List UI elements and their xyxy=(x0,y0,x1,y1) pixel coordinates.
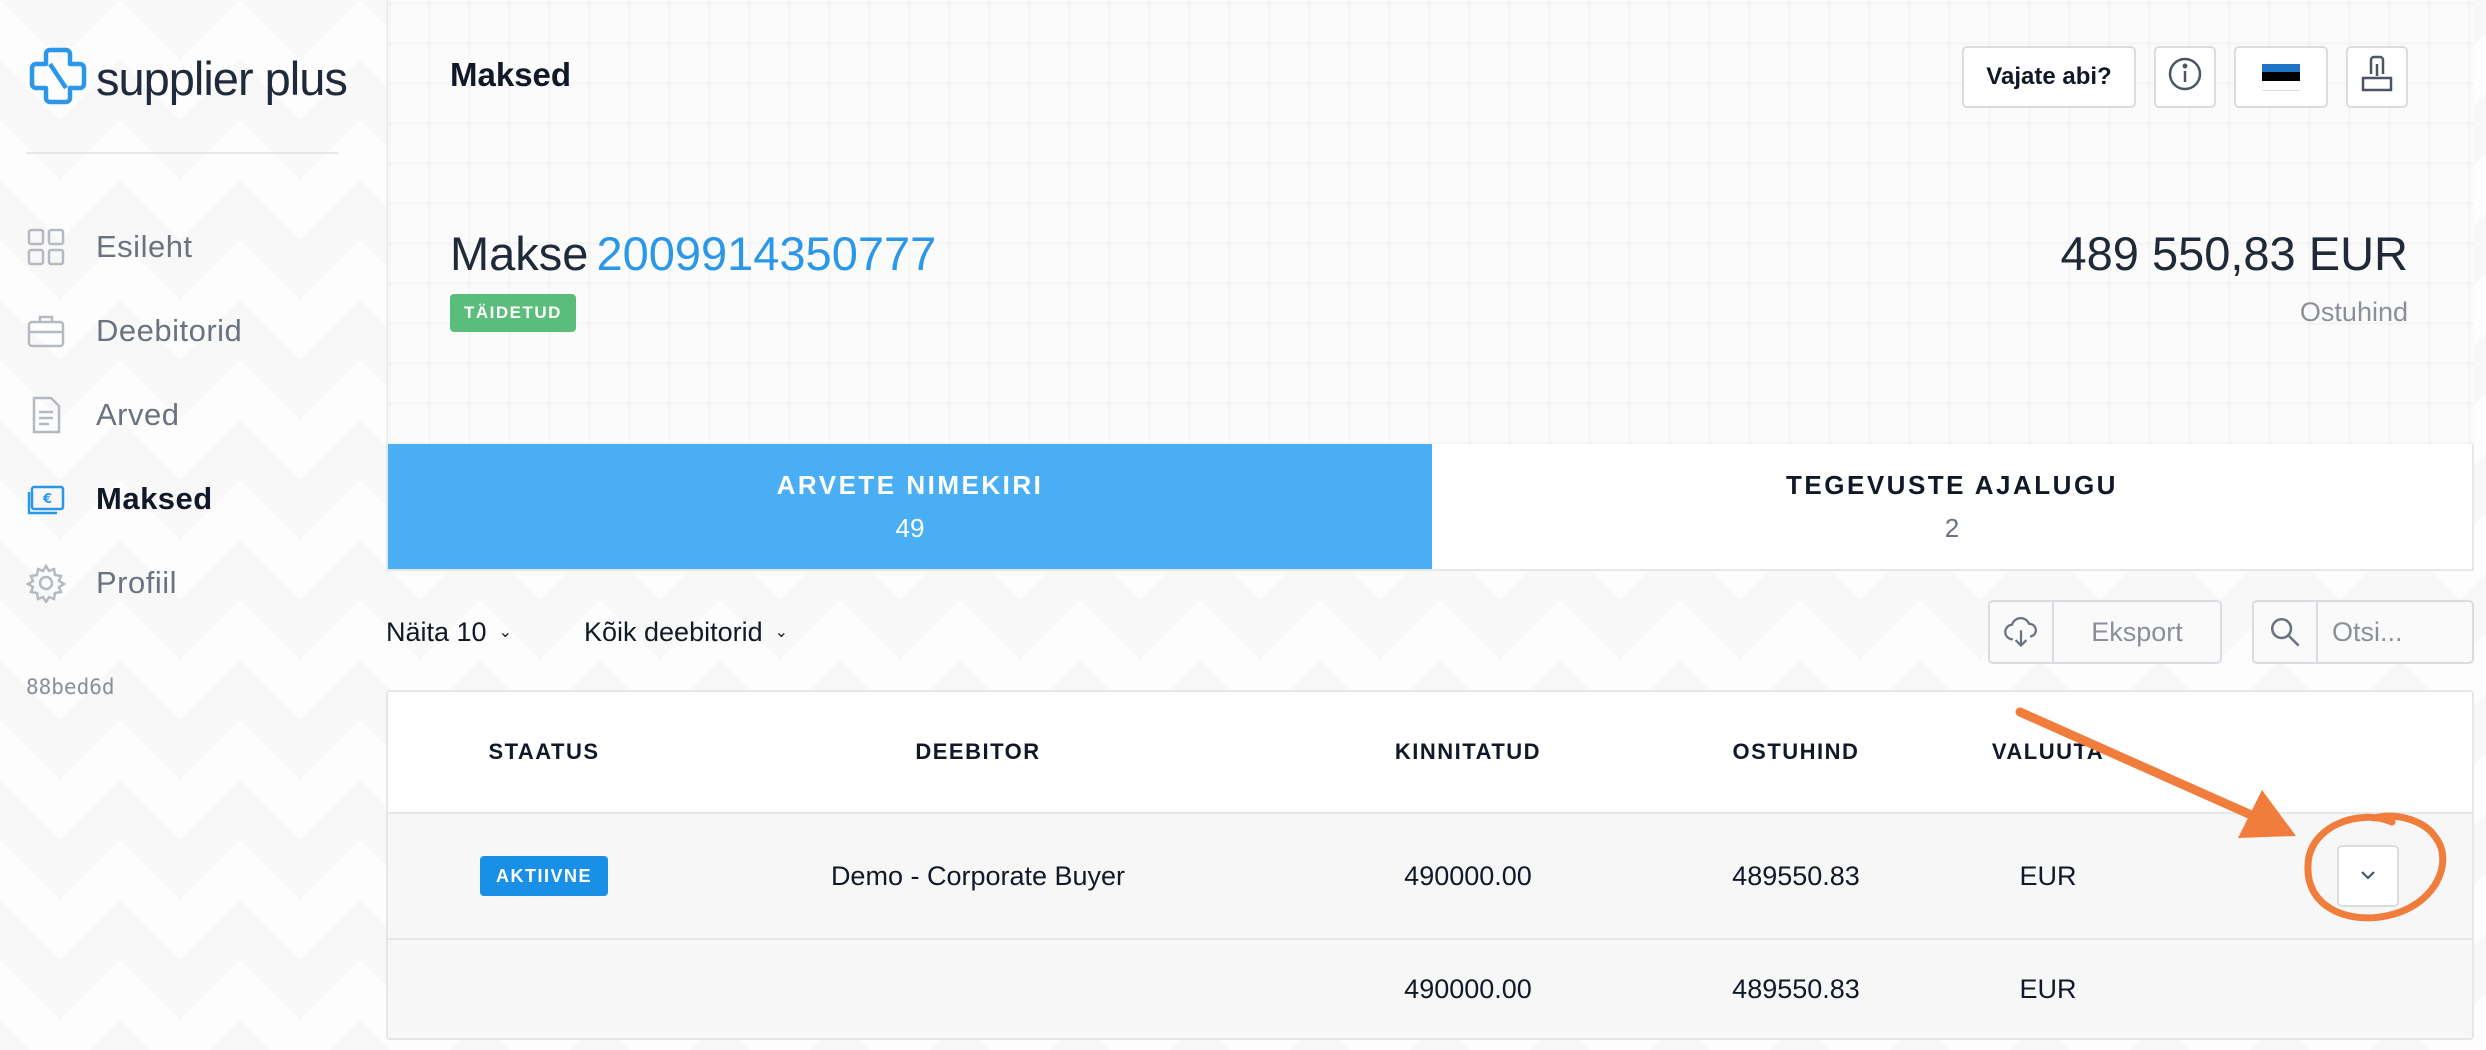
logo-text: supplier plus xyxy=(96,51,348,105)
language-button[interactable] xyxy=(2234,46,2328,108)
chevron-down-icon: ⌄ xyxy=(774,624,789,641)
invoice-table: STAATUS DEEBITOR KINNITATUD OSTUHIND VAL… xyxy=(386,690,2474,1040)
sidebar-item-label: Maksed xyxy=(96,481,213,516)
svg-text:€: € xyxy=(42,492,52,507)
logout-icon xyxy=(2357,54,2397,101)
payment-id: 2009914350777 xyxy=(596,227,937,280)
export-button[interactable]: Eksport xyxy=(1988,600,2222,664)
status-badge: TÄIDETUD xyxy=(450,294,576,332)
chevron-down-icon: ⌄ xyxy=(498,624,512,641)
build-hash: 88bed6d xyxy=(26,675,115,699)
column-header-price[interactable]: OSTUHIND xyxy=(1666,692,1926,812)
tab-label: TEGEVUSTE AJALUGU xyxy=(1786,469,2118,500)
help-button[interactable]: Vajate abi? xyxy=(1962,46,2136,108)
euro-bill-icon: € xyxy=(26,479,66,519)
document-icon xyxy=(26,395,66,435)
table-toolbar: Näita 10 ⌄ Kõik deebitorid ⌄ Eksport xyxy=(386,600,2474,664)
cloud-download-icon xyxy=(1990,602,2054,662)
status-badge: AKTIIVNE xyxy=(479,856,608,896)
logo[interactable]: supplier plus xyxy=(26,44,348,112)
fixed-amount-cell: 490000.00 xyxy=(1404,860,1532,891)
table-totals-row: 490000.00 489550.83 EUR xyxy=(388,940,2472,1038)
sidebar-divider xyxy=(26,152,338,154)
search-input[interactable] xyxy=(2318,602,2472,662)
page-title: Maksed xyxy=(450,56,572,93)
payment-header: Maksed Vajate abi? Makse 2009914350777 T… xyxy=(386,0,2474,445)
payment-amount-label: Ostuhind xyxy=(2299,297,2408,327)
tab-activity-history[interactable]: TEGEVUSTE AJALUGU 2 xyxy=(1432,444,2472,569)
tab-count: 49 xyxy=(895,512,925,543)
sidebar-item-label: Esileht xyxy=(96,229,193,264)
payment-amount: 489 550,83 EUR xyxy=(2060,227,2408,280)
status-cell: AKTIIVNE xyxy=(444,814,644,938)
debtor-filter-value: Kõik deebitorid xyxy=(584,616,763,647)
payment-prefix: Makse xyxy=(450,227,589,280)
page-size-value: Näita 10 xyxy=(386,616,487,647)
currency-cell: EUR xyxy=(2019,860,2077,891)
total-currency-cell: EUR xyxy=(2019,973,2077,1004)
chevron-down-icon xyxy=(2356,863,2380,890)
sidebar-item-profiil[interactable]: Profiil xyxy=(26,541,242,625)
sidebar-item-maksed[interactable]: € Maksed xyxy=(26,457,242,541)
estonia-flag-icon xyxy=(2262,63,2300,91)
tabs: ARVETE NIMEKIRI 49 TEGEVUSTE AJALUGU 2 xyxy=(386,444,2474,571)
sidebar-nav: Esileht Deebitorid Arved € Maksed Profii… xyxy=(26,205,242,625)
page-size-dropdown[interactable]: Näita 10 ⌄ xyxy=(386,600,512,664)
row-actions-cell xyxy=(2308,814,2428,938)
total-price-cell: 489550.83 xyxy=(1732,973,1860,1004)
tab-label: ARVETE NIMEKIRI xyxy=(776,469,1044,500)
top-actions: Vajate abi? xyxy=(1962,46,2408,108)
sidebar-item-label: Arved xyxy=(96,397,180,432)
column-header-debtor[interactable]: DEEBITOR xyxy=(808,692,1148,812)
info-icon xyxy=(2165,54,2205,101)
payment-title: Makse 2009914350777 xyxy=(450,226,936,281)
table-header-row: STAATUS DEEBITOR KINNITATUD OSTUHIND VAL… xyxy=(388,692,2472,814)
logout-button[interactable] xyxy=(2346,46,2408,108)
sidebar-item-deebitorid[interactable]: Deebitorid xyxy=(26,289,242,373)
search-icon[interactable] xyxy=(2254,602,2318,662)
tab-count: 2 xyxy=(1944,512,1960,543)
export-label: Eksport xyxy=(2091,616,2183,647)
tab-invoice-list[interactable]: ARVETE NIMEKIRI 49 xyxy=(388,444,1432,569)
sidebar-item-label: Profiil xyxy=(96,565,178,600)
column-header-status[interactable]: STAATUS xyxy=(444,692,644,812)
search-box xyxy=(2252,600,2474,664)
supplier-plus-logo-icon xyxy=(26,44,90,112)
column-header-currency[interactable]: VALUUTA xyxy=(1948,692,2148,812)
expand-row-button[interactable] xyxy=(2337,845,2399,907)
total-fixed-cell: 490000.00 xyxy=(1404,973,1532,1004)
table-row[interactable]: AKTIIVNE Demo - Corporate Buyer 490000.0… xyxy=(388,814,2472,940)
debtor-cell: Demo - Corporate Buyer xyxy=(830,860,1126,891)
debtor-filter-dropdown[interactable]: Kõik deebitorid ⌄ xyxy=(584,600,788,664)
gear-icon xyxy=(26,563,66,603)
sidebar-item-esileht[interactable]: Esileht xyxy=(26,205,242,289)
briefcase-icon xyxy=(26,311,66,351)
info-button[interactable] xyxy=(2154,46,2216,108)
column-header-fixed[interactable]: KINNITATUD xyxy=(1338,692,1598,812)
dashboard-grid-icon xyxy=(26,227,66,267)
sidebar-item-label: Deebitorid xyxy=(96,313,243,348)
sidebar: supplier plus Esileht Deebitorid Arved €… xyxy=(0,0,360,1050)
purchase-price-cell: 489550.83 xyxy=(1732,860,1860,891)
sidebar-item-arved[interactable]: Arved xyxy=(26,373,242,457)
